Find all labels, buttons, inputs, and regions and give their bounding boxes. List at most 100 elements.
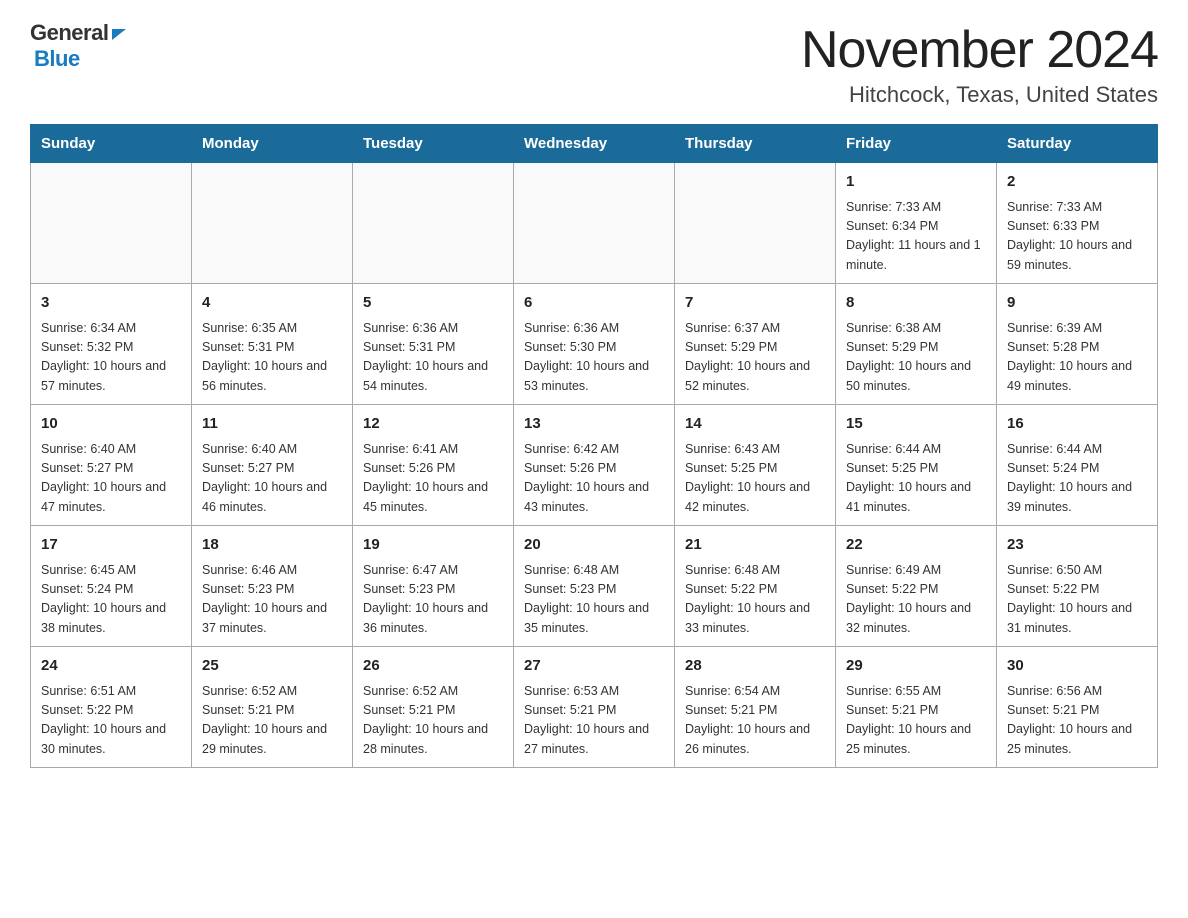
day-info: Sunrise: 6:53 AM Sunset: 5:21 PM Dayligh… [524,682,664,760]
day-info: Sunrise: 6:40 AM Sunset: 5:27 PM Dayligh… [41,440,181,518]
day-info: Sunrise: 7:33 AM Sunset: 6:34 PM Dayligh… [846,198,986,276]
calendar-cell: 21Sunrise: 6:48 AM Sunset: 5:22 PM Dayli… [675,526,836,647]
day-info: Sunrise: 6:51 AM Sunset: 5:22 PM Dayligh… [41,682,181,760]
day-number: 22 [846,534,986,557]
day-number: 9 [1007,292,1147,315]
day-info: Sunrise: 6:40 AM Sunset: 5:27 PM Dayligh… [202,440,342,518]
calendar-header-friday: Friday [836,125,997,163]
calendar-cell: 4 Sunrise: 6:35 AM Sunset: 5:31 PM Daylig… [192,284,353,405]
day-info: Sunrise: 6:41 AM Sunset: 5:26 PM Dayligh… [363,440,503,518]
day-number: 30 [1007,655,1147,678]
calendar-cell: 27 Sunrise: 6:53 AM Sunset: 5:21 PM Dayli… [514,647,675,768]
calendar-table: SundayMondayTuesdayWednesdayThursdayFrid… [30,124,1158,768]
calendar-header-row: SundayMondayTuesdayWednesdayThursdayFrid… [31,125,1158,163]
title-area: November 2024 Hitchcock, Texas, United S… [801,20,1158,108]
calendar-header-sunday: Sunday [31,125,192,163]
calendar-cell [192,163,353,284]
calendar-cell: 6 Sunrise: 6:36 AM Sunset: 5:30 PM Daylig… [514,284,675,405]
calendar-week-row: 3 Sunrise: 6:34 AM Sunset: 5:32 PM Daylig… [31,284,1158,405]
calendar-cell [353,163,514,284]
day-number: 18 [202,534,342,557]
day-number: 17 [41,534,181,557]
calendar-cell: 28Sunrise: 6:54 AM Sunset: 5:21 PM Dayli… [675,647,836,768]
day-number: 15 [846,413,986,436]
day-number: 3 [41,292,181,315]
day-info: Sunrise: 6:47 AM Sunset: 5:23 PM Dayligh… [363,561,503,639]
day-info: Sunrise: 6:37 AM Sunset: 5:29 PM Dayligh… [685,319,825,397]
day-number: 7 [685,292,825,315]
calendar-cell: 25Sunrise: 6:52 AM Sunset: 5:21 PM Dayli… [192,647,353,768]
logo-triangle-icon [112,29,126,40]
calendar-cell: 18Sunrise: 6:46 AM Sunset: 5:23 PM Dayli… [192,526,353,647]
day-number: 28 [685,655,825,678]
calendar-cell: 19 Sunrise: 6:47 AM Sunset: 5:23 PM Dayli… [353,526,514,647]
logo-blue-text: Blue [34,46,80,72]
day-info: Sunrise: 6:36 AM Sunset: 5:30 PM Dayligh… [524,319,664,397]
day-number: 2 [1007,171,1147,194]
day-number: 8 [846,292,986,315]
calendar-cell: 26 Sunrise: 6:52 AM Sunset: 5:21 PM Dayli… [353,647,514,768]
calendar-week-row: 24 Sunrise: 6:51 AM Sunset: 5:22 PM Dayli… [31,647,1158,768]
day-info: Sunrise: 6:55 AM Sunset: 5:21 PM Dayligh… [846,682,986,760]
day-number: 25 [202,655,342,678]
calendar-header-thursday: Thursday [675,125,836,163]
calendar-cell: 29 Sunrise: 6:55 AM Sunset: 5:21 PM Dayli… [836,647,997,768]
day-number: 20 [524,534,664,557]
day-info: Sunrise: 6:44 AM Sunset: 5:25 PM Dayligh… [846,440,986,518]
day-info: Sunrise: 6:39 AM Sunset: 5:28 PM Dayligh… [1007,319,1147,397]
calendar-cell: 5Sunrise: 6:36 AM Sunset: 5:31 PM Daylig… [353,284,514,405]
day-info: Sunrise: 6:35 AM Sunset: 5:31 PM Dayligh… [202,319,342,397]
day-number: 26 [363,655,503,678]
day-info: Sunrise: 6:44 AM Sunset: 5:24 PM Dayligh… [1007,440,1147,518]
day-number: 10 [41,413,181,436]
calendar-week-row: 17 Sunrise: 6:45 AM Sunset: 5:24 PM Dayli… [31,526,1158,647]
calendar-cell [675,163,836,284]
day-number: 24 [41,655,181,678]
logo: General Blue [30,20,126,72]
calendar-cell: 10 Sunrise: 6:40 AM Sunset: 5:27 PM Dayli… [31,405,192,526]
day-info: Sunrise: 6:42 AM Sunset: 5:26 PM Dayligh… [524,440,664,518]
calendar-cell: 23 Sunrise: 6:50 AM Sunset: 5:22 PM Dayli… [997,526,1158,647]
day-info: Sunrise: 6:34 AM Sunset: 5:32 PM Dayligh… [41,319,181,397]
calendar-header-wednesday: Wednesday [514,125,675,163]
day-number: 29 [846,655,986,678]
calendar-cell: 30Sunrise: 6:56 AM Sunset: 5:21 PM Dayli… [997,647,1158,768]
calendar-header-tuesday: Tuesday [353,125,514,163]
day-number: 19 [363,534,503,557]
calendar-cell: 17 Sunrise: 6:45 AM Sunset: 5:24 PM Dayli… [31,526,192,647]
day-info: Sunrise: 6:43 AM Sunset: 5:25 PM Dayligh… [685,440,825,518]
day-info: Sunrise: 6:49 AM Sunset: 5:22 PM Dayligh… [846,561,986,639]
day-info: Sunrise: 7:33 AM Sunset: 6:33 PM Dayligh… [1007,198,1147,276]
calendar-week-row: 1 Sunrise: 7:33 AM Sunset: 6:34 PM Daylig… [31,163,1158,284]
day-number: 23 [1007,534,1147,557]
day-info: Sunrise: 6:45 AM Sunset: 5:24 PM Dayligh… [41,561,181,639]
location-title: Hitchcock, Texas, United States [801,82,1158,108]
day-info: Sunrise: 6:48 AM Sunset: 5:23 PM Dayligh… [524,561,664,639]
calendar-cell: 8Sunrise: 6:38 AM Sunset: 5:29 PM Daylig… [836,284,997,405]
day-number: 12 [363,413,503,436]
calendar-cell: 12 Sunrise: 6:41 AM Sunset: 5:26 PM Dayli… [353,405,514,526]
day-number: 1 [846,171,986,194]
calendar-cell: 3 Sunrise: 6:34 AM Sunset: 5:32 PM Daylig… [31,284,192,405]
day-number: 6 [524,292,664,315]
calendar-cell: 24 Sunrise: 6:51 AM Sunset: 5:22 PM Dayli… [31,647,192,768]
calendar-cell: 15 Sunrise: 6:44 AM Sunset: 5:25 PM Dayli… [836,405,997,526]
day-number: 11 [202,413,342,436]
day-number: 4 [202,292,342,315]
day-info: Sunrise: 6:50 AM Sunset: 5:22 PM Dayligh… [1007,561,1147,639]
day-number: 5 [363,292,503,315]
day-info: Sunrise: 6:52 AM Sunset: 5:21 PM Dayligh… [363,682,503,760]
calendar-cell: 2 Sunrise: 7:33 AM Sunset: 6:33 PM Daylig… [997,163,1158,284]
day-info: Sunrise: 6:48 AM Sunset: 5:22 PM Dayligh… [685,561,825,639]
calendar-cell [31,163,192,284]
calendar-cell: 9 Sunrise: 6:39 AM Sunset: 5:28 PM Daylig… [997,284,1158,405]
logo-general-text: General [30,20,108,46]
calendar-cell: 7 Sunrise: 6:37 AM Sunset: 5:29 PM Daylig… [675,284,836,405]
day-number: 27 [524,655,664,678]
day-number: 14 [685,413,825,436]
day-number: 13 [524,413,664,436]
calendar-cell: 16Sunrise: 6:44 AM Sunset: 5:24 PM Dayli… [997,405,1158,526]
calendar-cell: 22 Sunrise: 6:49 AM Sunset: 5:22 PM Dayli… [836,526,997,647]
calendar-cell: 20 Sunrise: 6:48 AM Sunset: 5:23 PM Dayli… [514,526,675,647]
calendar-header-saturday: Saturday [997,125,1158,163]
